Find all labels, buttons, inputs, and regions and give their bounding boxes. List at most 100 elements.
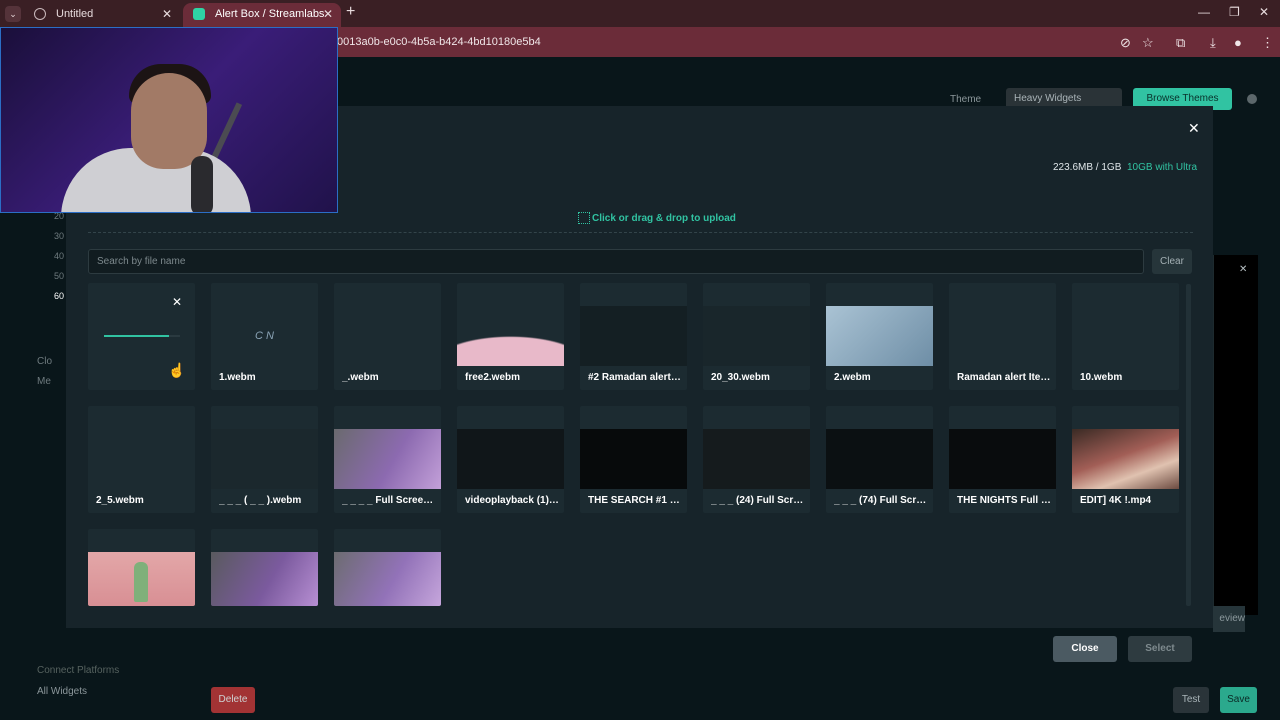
upload-progress-bar — [104, 335, 180, 337]
tab-title: Untitled — [56, 8, 94, 20]
file-name: 2_5.webm — [96, 495, 144, 506]
file-thumbnail — [703, 306, 810, 366]
upload-label[interactable]: Click or drag & drop to upload — [578, 212, 736, 224]
connect-platforms-link[interactable]: Connect Platforms — [37, 665, 119, 676]
file-name: _ _ _ (74) Full Scree... — [834, 495, 929, 506]
address-bar[interactable]: 0013a0b-e0c0-4b5a-b424-4bd10180e5b4 — [337, 31, 541, 53]
save-button[interactable]: Save — [1220, 687, 1257, 713]
file-thumbnail — [949, 306, 1056, 366]
sidebar-item-me[interactable]: Me — [37, 376, 51, 387]
profile-avatar-icon[interactable]: ● — [1234, 35, 1242, 50]
upload-progress-fill — [104, 335, 169, 337]
webcam-overlay — [0, 27, 338, 213]
all-widgets-link[interactable]: All Widgets — [37, 686, 87, 697]
extensions-icon[interactable]: ⧉ — [1176, 35, 1185, 51]
file-thumbnail — [1072, 306, 1179, 366]
file-card[interactable]: _.webm — [334, 283, 441, 390]
file-thumbnail — [457, 306, 564, 366]
bookmark-star-icon[interactable]: ☆ — [1142, 35, 1154, 51]
file-thumbnail — [949, 429, 1056, 489]
duration-option[interactable]: 60 — [54, 291, 64, 301]
file-thumbnail — [1072, 429, 1179, 489]
file-name: free2.webm — [465, 372, 521, 383]
minimize-icon[interactable]: — — [1198, 5, 1210, 19]
preview-panel — [1213, 255, 1258, 615]
storage-upgrade-link[interactable]: 10GB with Ultra — [1127, 162, 1197, 173]
new-tab-button[interactable]: + — [346, 3, 355, 21]
cancel-upload-icon[interactable]: ✕ — [172, 295, 182, 309]
grid-scrollbar[interactable] — [1186, 284, 1191, 606]
file-card[interactable]: #2 Ramadan alert w... — [580, 283, 687, 390]
modal-close-icon[interactable]: ✕ — [1188, 120, 1200, 137]
file-thumbnail — [580, 306, 687, 366]
file-name: _ _ _ (24) Full Scree... — [711, 495, 806, 506]
file-card[interactable]: 2.webm — [826, 283, 933, 390]
file-card[interactable]: C N 1.webm — [211, 283, 318, 390]
file-card[interactable]: THE NIGHTS Full Sc... — [949, 406, 1056, 513]
file-thumbnail — [580, 429, 687, 489]
clear-button[interactable]: Clear — [1152, 249, 1192, 274]
duration-option[interactable]: 30 — [54, 231, 64, 241]
file-name: _.webm — [342, 372, 379, 383]
search-input[interactable] — [88, 249, 1144, 274]
alien-figure — [134, 562, 148, 602]
delete-button[interactable]: Delete — [211, 687, 255, 713]
file-card[interactable]: _ _ _ (24) Full Scree... — [703, 406, 810, 513]
file-card[interactable] — [334, 529, 441, 606]
file-thumbnail — [334, 552, 441, 606]
file-name: THE NIGHTS Full Sc... — [957, 495, 1052, 506]
select-button[interactable]: Select — [1128, 636, 1192, 662]
microphone — [191, 156, 213, 212]
restore-icon[interactable]: ❐ — [1229, 5, 1240, 19]
tab-close-icon[interactable]: ✕ — [162, 3, 172, 25]
storage-usage: 223.6MB / 1GB — [1053, 162, 1122, 173]
preview-button[interactable]: eview — [1213, 606, 1245, 632]
preview-close-icon[interactable]: ✕ — [1239, 264, 1247, 275]
file-card[interactable]: videoplayback (1).... — [457, 406, 564, 513]
file-card[interactable]: _ _ _ _ Full Screen Al... — [334, 406, 441, 513]
file-thumbnail — [334, 306, 441, 366]
sidebar-item-clo[interactable]: Clo — [37, 356, 52, 367]
tab-close-icon[interactable]: ✕ — [323, 3, 333, 25]
file-card[interactable]: _ _ _ (74) Full Scree... — [826, 406, 933, 513]
file-thumbnail: C N — [211, 306, 318, 366]
person-face — [131, 73, 207, 169]
file-card[interactable]: 20_30.webm — [703, 283, 810, 390]
file-card[interactable]: THE SEARCH #1 [A... — [580, 406, 687, 513]
menu-kebab-icon[interactable]: ⋮ — [1261, 35, 1274, 51]
file-card[interactable]: EDIT] 4K !.mp4 — [1072, 406, 1179, 513]
tab-title: Alert Box / Streamlabs — [215, 8, 325, 20]
file-thumbnail — [88, 552, 195, 606]
file-thumbnail — [211, 552, 318, 606]
globe-icon — [34, 8, 46, 20]
file-thumbnail — [457, 429, 564, 489]
file-name: 1.webm — [219, 372, 256, 383]
file-name: EDIT] 4K !.mp4 — [1080, 495, 1152, 506]
close-button[interactable]: Close — [1053, 636, 1117, 662]
tab-search-icon[interactable]: ⌄ — [5, 6, 21, 22]
file-card[interactable] — [88, 529, 195, 606]
test-button[interactable]: Test — [1173, 687, 1209, 713]
window-close-icon[interactable]: ✕ — [1259, 5, 1269, 19]
file-card[interactable]: free2.webm — [457, 283, 564, 390]
file-card[interactable]: Ramadan alert Item... — [949, 283, 1056, 390]
download-icon[interactable]: ⤓ — [1210, 35, 1216, 51]
file-thumbnail — [334, 429, 441, 489]
file-name: 20_30.webm — [711, 372, 770, 383]
eye-off-icon[interactable]: ⊘ — [1120, 35, 1131, 51]
file-name: #2 Ramadan alert w... — [588, 372, 683, 383]
file-card[interactable] — [211, 529, 318, 606]
browser-tab-alert-box[interactable]: Alert Box / Streamlabs ✕ — [183, 3, 341, 27]
file-card[interactable]: _ _ _ ( _ _ ).webm — [211, 406, 318, 513]
duration-option[interactable]: 50 — [54, 271, 64, 281]
browser-tab-untitled[interactable]: Untitled ✕ — [24, 3, 180, 27]
streamlabs-favicon-icon — [193, 8, 205, 20]
help-icon[interactable] — [1247, 94, 1257, 104]
file-card[interactable]: 10.webm — [1072, 283, 1179, 390]
file-card[interactable]: 2_5.webm — [88, 406, 195, 513]
file-name: 10.webm — [1080, 372, 1123, 383]
duration-option[interactable]: 40 — [54, 251, 64, 261]
file-name: _ _ _ _ Full Screen Al... — [342, 495, 437, 506]
file-name: videoplayback (1).... — [465, 495, 560, 506]
file-thumbnail — [703, 429, 810, 489]
